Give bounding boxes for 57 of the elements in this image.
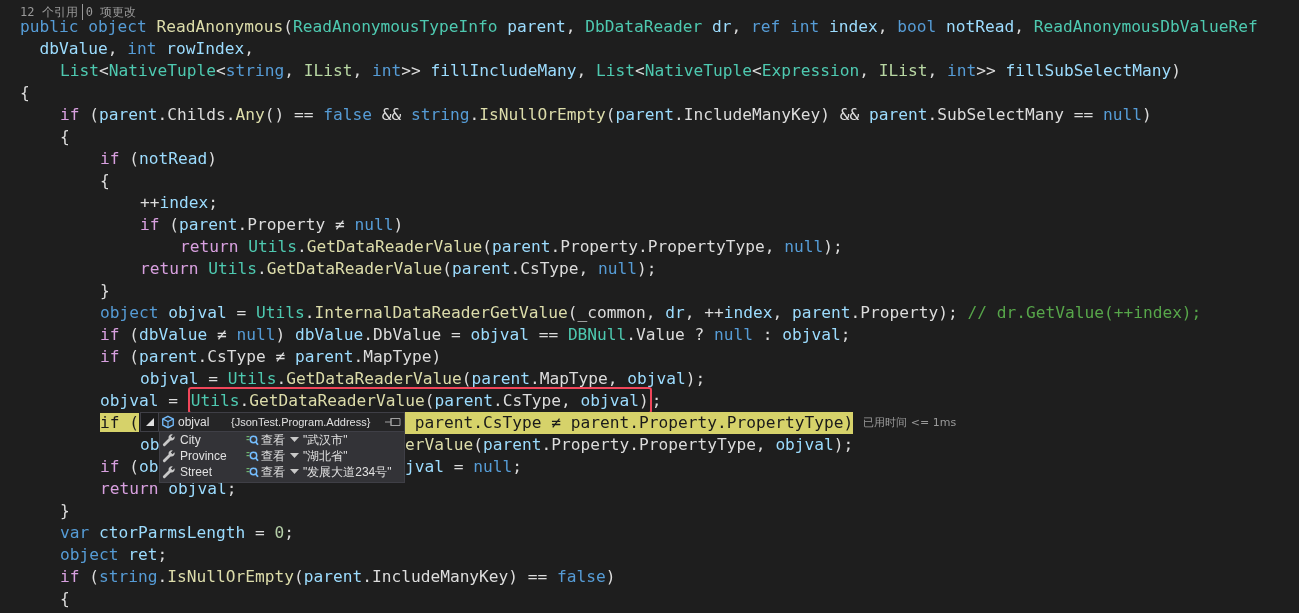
code-line: if (string.IsNullOrEmpty(parent.IncludeManyKey) == false)	[60, 567, 616, 586]
code-line: object ret;	[60, 545, 168, 564]
code-line: object objval = Utils.InternalDataReaderGetValue(_common, dr, ++index, parent.Property); // dr.GetValue(++index);	[100, 303, 1202, 322]
wrench-icon	[162, 433, 176, 447]
code-line: objval =	[100, 391, 179, 410]
code-line: public object ReadAnonymous(ReadAnonymousTypeInfo parent, DbDataReader dr, ref int index, bool notRead, ReadAnonymousDbValueRef	[20, 17, 1258, 36]
current-statement: parent.CsType ≠ parent.Property.PropertyType)	[405, 412, 854, 434]
caret-icon	[290, 453, 299, 459]
code-line: var ctorParmsLength = 0;	[60, 523, 294, 542]
code-line: return Utils.GetDataReaderValue(parent.Property.PropertyType, null);	[180, 237, 843, 256]
member-name: Province	[180, 448, 228, 464]
code-line: if (parent.Childs.Any() == false && string.IsNullOrEmpty(parent.IncludeManyKey) && parent.SubSelectMany == null)	[60, 105, 1152, 124]
member-value: "发展大道234号"	[303, 464, 392, 480]
code-line: if (notRead)	[100, 149, 217, 168]
code-line: }	[60, 501, 70, 520]
code-line: ;	[651, 391, 662, 410]
code-line: {	[60, 589, 70, 608]
view-button[interactable]: 查看	[246, 432, 303, 448]
cube-icon	[161, 415, 175, 429]
codelens-link[interactable]: 0 项更改	[81, 4, 137, 20]
code-line: {	[60, 127, 70, 146]
wrench-icon	[162, 465, 176, 479]
magnifier-icon	[246, 433, 259, 447]
magnifier-icon	[246, 465, 259, 479]
caret-icon	[290, 437, 299, 443]
code-line: dbValue, int rowIndex,	[39, 39, 254, 58]
code-line: ob	[140, 435, 160, 454]
code-line: jval = null;	[405, 456, 522, 478]
code-line: if (parent.Property ≠ null)	[140, 215, 404, 234]
codelens-link[interactable]: 12 个引用	[20, 4, 78, 20]
code-line: }	[100, 281, 110, 300]
expand-toggle[interactable]	[140, 412, 159, 432]
variable-name: objval	[178, 414, 211, 430]
pin-icon[interactable]	[385, 417, 401, 427]
member-name: Street	[180, 464, 213, 480]
code-line: erValue(parent.Property.PropertyType, objval);	[405, 434, 854, 456]
member-value: "武汉市"	[303, 432, 348, 448]
code-line: return objval;	[100, 479, 237, 498]
code-line: List<NativeTuple<string, IList, int>> fillIncludeMany, List<NativeTuple<Expression, IList, int>> fillSubSelectMany)	[60, 61, 1181, 80]
member-name: City	[180, 432, 202, 448]
view-button[interactable]: 查看	[246, 464, 303, 480]
code-line: return Utils.GetDataReaderValue(parent.CsType, null);	[140, 259, 657, 278]
code-line: objval = Utils.GetDataReaderValue(parent.MapType, objval);	[140, 369, 706, 388]
magnifier-icon	[246, 449, 259, 463]
caret-icon	[290, 469, 299, 475]
code-line: if (parent.CsType ≠ parent.MapType)	[100, 347, 442, 366]
code-line: {	[100, 171, 110, 190]
current-statement: if (	[100, 413, 139, 432]
elapsed-time-hint: 已用时间 <= 1ms	[863, 415, 957, 431]
code-line: if (ob	[100, 457, 159, 476]
code-line: if (dbValue ≠ null) dbValue.DbValue = objval == DBNull.Value ? null : objval;	[100, 325, 851, 344]
view-button[interactable]: 查看	[246, 448, 303, 464]
wrench-icon	[162, 449, 176, 463]
member-value: "湖北省"	[303, 448, 348, 464]
variable-type: {JsonTest.Program.Address}	[231, 415, 372, 430]
code-line: {	[20, 83, 30, 102]
code-line: ++index;	[140, 193, 218, 212]
